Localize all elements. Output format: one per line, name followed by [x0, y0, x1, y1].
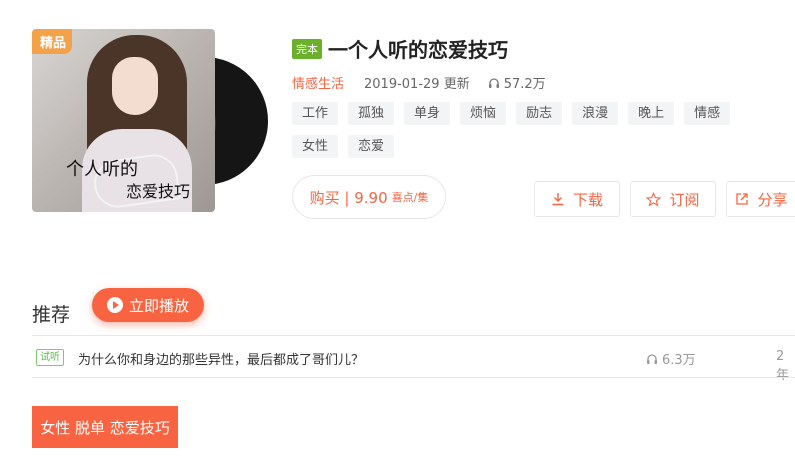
album-meta: 情感生活 2019-01-29 更新 57.2万 — [292, 73, 762, 92]
tag-item[interactable]: 晚上 — [628, 102, 675, 125]
subscribe-button[interactable]: 订阅 — [630, 181, 716, 217]
share-icon — [736, 193, 749, 205]
category-link[interactable]: 情感生活 — [292, 73, 344, 92]
play-now-label: 立即播放 — [128, 296, 189, 315]
buy-unit: 喜点/集 — [391, 191, 429, 204]
cover-title: 个人听的 恋爱技巧 — [66, 159, 190, 203]
title-row: 完本 一个人听的恋爱技巧 — [292, 34, 762, 63]
trial-badge: 试听 — [36, 349, 64, 366]
update-date: 2019-01-29 更新 — [364, 77, 470, 92]
cover-title-line1: 个人听的 — [66, 159, 138, 180]
action-bar: 购买 | 9.90 喜点/集 下载 订阅 分享 — [292, 175, 795, 219]
album-title: 一个人听的恋爱技巧 — [328, 38, 508, 62]
complete-badge: 完本 — [292, 38, 322, 59]
promo-banner[interactable]: 女性 脱单 恋爱技巧 — [32, 406, 178, 448]
recommend-heading: 推荐 — [32, 304, 71, 326]
album-cover-area[interactable]: 个人听的 恋爱技巧 精品 — [32, 29, 268, 212]
album-cover[interactable]: 个人听的 恋爱技巧 精品 — [32, 29, 215, 212]
buy-price: 购买 | 9.90 — [309, 188, 388, 207]
download-button[interactable]: 下载 — [534, 181, 620, 217]
premium-badge: 精品 — [32, 29, 73, 54]
headphone-icon — [488, 77, 499, 88]
cover-figure-face — [112, 57, 158, 115]
track-title[interactable]: 为什么你和身边的那些异性，最后都成了哥们儿？ — [78, 349, 364, 368]
divider-bottom — [32, 377, 795, 378]
tag-item[interactable]: 烦恼 — [460, 102, 507, 125]
tag-item[interactable]: 女性 — [292, 135, 339, 158]
subscribe-label: 订阅 — [669, 190, 700, 209]
tag-item[interactable]: 恋爱 — [348, 135, 395, 158]
play-count: 57.2万 — [503, 77, 546, 92]
tag-item[interactable]: 励志 — [516, 102, 563, 125]
play-now-button[interactable]: 立即播放 — [92, 288, 204, 322]
tag-item[interactable]: 孤独 — [348, 102, 395, 125]
tag-item[interactable]: 浪漫 — [572, 102, 619, 125]
track-plays-value: 6.3万 — [662, 353, 696, 368]
cover-title-line2: 恋爱技巧 — [126, 182, 191, 201]
tag-item[interactable]: 工作 — [292, 102, 339, 125]
divider-top — [32, 335, 795, 336]
buy-button[interactable]: 购买 | 9.90 喜点/集 — [292, 175, 446, 219]
download-label: 下载 — [572, 190, 603, 209]
share-label: 分享 — [757, 190, 788, 209]
track-play-count: 6.3万 — [646, 349, 696, 368]
star-icon — [646, 191, 662, 207]
tag-list: 工作 孤独 单身 烦恼 励志 浪漫 晚上 情感女性 恋爱 — [292, 102, 762, 168]
tag-item[interactable]: 单身 — [404, 102, 451, 125]
headphone-icon — [647, 353, 657, 364]
album-info: 完本 一个人听的恋爱技巧 情感生活 2019-01-29 更新 57.2万 工作… — [292, 34, 762, 168]
share-button[interactable]: 分享 — [726, 181, 795, 217]
download-icon — [552, 193, 564, 206]
play-circle-icon — [106, 297, 123, 313]
track-row[interactable]: 试听 为什么你和身边的那些异性，最后都成了哥们儿？ 6.3万 2年 — [36, 348, 795, 383]
tag-item[interactable]: 情感 — [684, 102, 731, 125]
